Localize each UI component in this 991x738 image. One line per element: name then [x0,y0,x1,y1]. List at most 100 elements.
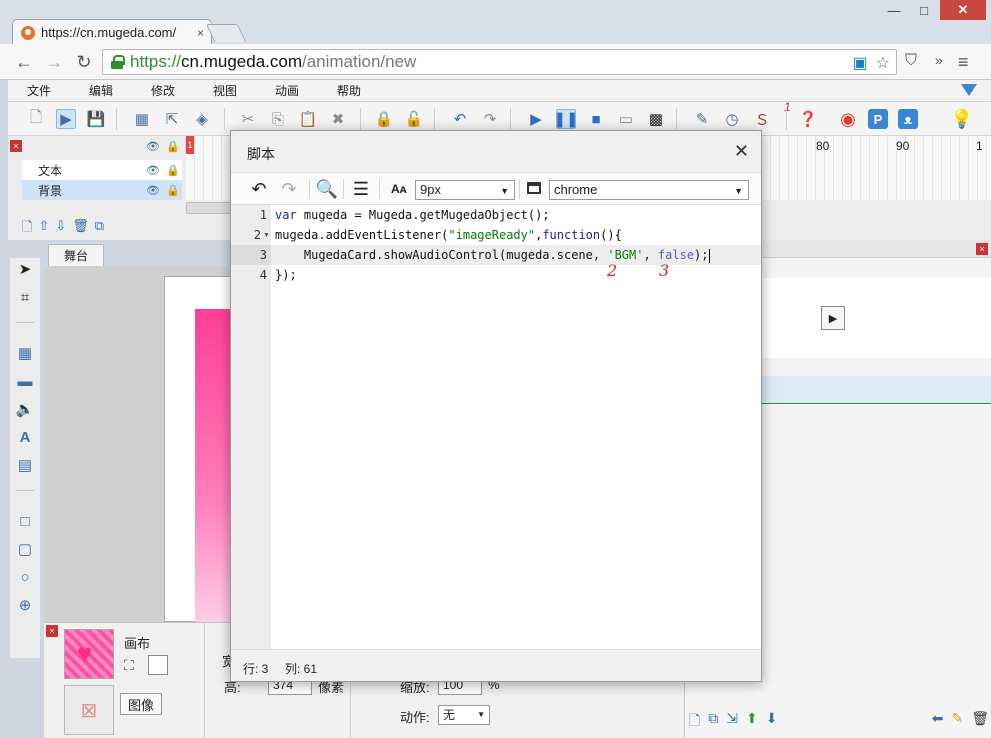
cut-icon[interactable]: ✂ [238,109,258,129]
layer-folder-icon[interactable]: ⧉ [95,218,104,240]
move-layer-up-icon[interactable]: ⇧ [38,218,49,240]
ellipse-tool-icon[interactable]: ○ [16,568,34,586]
text-tool-icon[interactable]: A [16,428,34,446]
new-page-icon[interactable]: 🗋 [689,710,700,734]
dialog-close-button[interactable]: ✕ [734,141,749,162]
preview-play-button[interactable]: ▶ [821,306,845,330]
lock-icon[interactable]: 🔒 [166,184,180,197]
move-layer-down-icon[interactable]: ⇩ [55,218,66,240]
extensions-overflow-icon[interactable]: » [935,52,943,68]
font-size-select[interactable]: 9px ▼ [415,180,515,200]
timeline-close-icon[interactable]: × [10,140,22,152]
upload-icon[interactable]: ⬆ [746,710,758,734]
open-file-icon[interactable]: ▶ [56,109,76,129]
play-icon[interactable]: ▶ [526,109,546,129]
undo-icon[interactable]: ↶ [247,177,271,201]
preview-screen-icon[interactable]: ▭ [616,109,636,129]
paste-icon[interactable]: 📋 [298,109,318,129]
pencil-icon[interactable]: ✎ [951,710,963,734]
annotation-1: 1 [784,100,791,114]
image-tool-icon[interactable]: ▤ [16,456,34,474]
script-icon[interactable]: Ｓ [752,109,772,129]
forward-button[interactable]: → [42,50,66,74]
pause-icon[interactable]: ❚❚ [553,109,579,129]
menu-file[interactable]: 文件 [8,82,70,99]
ruler-number: 90 [896,139,910,153]
video-tool-icon[interactable]: ▬ [16,372,34,390]
share-people-icon[interactable]: ᴥ [898,109,918,129]
rounded-rect-tool-icon[interactable]: ▢ [16,540,34,558]
weibo-icon[interactable]: ◉ [838,109,858,129]
cast-icon[interactable]: ▣ [853,53,868,73]
list-icon[interactable]: ☰ [349,177,373,201]
menu-help[interactable]: 帮助 [318,82,380,99]
menu-modify[interactable]: 修改 [132,82,194,99]
layer-row-background[interactable]: 背景 👁 🔒 [22,180,182,200]
unlock-layer-icon[interactable]: 🔓 [404,109,424,129]
menu-animation[interactable]: 动画 [256,82,318,99]
search-icon[interactable]: 🔍 [315,177,339,201]
share-p-icon[interactable]: P [868,109,888,129]
address-bar[interactable]: https://cn.mugeda.com/animation/new ▣ ☆ [102,49,897,75]
window-close-button[interactable]: ✕ [940,0,986,20]
tab-close-icon[interactable]: × [197,26,204,40]
bookmark-star-icon[interactable]: ☆ [876,53,890,73]
lock-layer-icon[interactable]: 🔒 [374,109,394,129]
collapse-menu-icon[interactable] [961,84,977,96]
undo-icon[interactable]: ↶ [450,109,470,129]
properties-close-icon[interactable]: × [46,625,58,637]
window-maximize-button[interactable]: □ [910,0,938,20]
browser-tab[interactable]: https://cn.mugeda.com/ × [12,19,212,45]
image-button[interactable]: 图像 [120,693,162,715]
new-layer-icon[interactable]: 🗋 [22,218,32,240]
delete-icon[interactable]: ✖ [328,109,348,129]
menu-edit[interactable]: 编辑 [70,82,132,99]
new-file-icon[interactable]: 🗋 [26,109,46,129]
window-minimize-button[interactable]: — [880,0,908,20]
fill-bucket-icon[interactable]: ⛶ [124,657,140,673]
shapes-icon[interactable]: ◈ [192,109,212,129]
back-arrow-icon[interactable]: ⬅ [932,710,944,734]
select-arrow-icon[interactable]: ➤ [16,260,34,278]
code-editor[interactable]: 1 2 ▼ 3 4 var mugeda = Mugeda.getMugedaO… [231,205,761,649]
layout-icon[interactable]: ▦ [132,109,152,129]
eye-icon[interactable]: 👁 [146,164,160,177]
reload-button[interactable]: ↻ [72,50,96,74]
extension-shield-icon[interactable]: ⛉ [905,52,917,70]
action-select[interactable]: 无 [438,705,490,725]
export-icon[interactable]: ⇱ [162,109,182,129]
redo-icon[interactable]: ↷ [277,177,301,201]
stop-icon[interactable]: ■ [586,109,606,129]
timeline-playhead[interactable]: 1 [186,136,194,154]
transform-icon[interactable]: ⌗ [16,288,34,306]
audio-tool-icon[interactable]: 🔈 [16,400,35,418]
rectangle-tool-icon[interactable]: □ [16,512,34,530]
tab-stage[interactable]: 舞台 [48,244,104,266]
url-host: cn.mugeda.com [181,52,302,71]
fold-arrow-icon[interactable]: ▼ [263,232,270,239]
download-icon[interactable]: ⬇ [766,710,778,734]
right-panel-close-icon[interactable]: × [976,243,988,255]
crosshair-tool-icon[interactable]: ⊕ [16,596,34,614]
table-tool-icon[interactable]: ▦ [16,344,34,362]
delete-layer-icon[interactable]: 🗑 [72,218,89,240]
theme-select[interactable]: chrome ▼ [549,180,749,200]
redo-icon[interactable]: ↷ [480,109,500,129]
copy-icon[interactable]: ⎘ [268,109,288,129]
help-icon[interactable]: ❓ [798,109,818,129]
trash-icon[interactable]: 🗑 [971,710,989,734]
save-icon[interactable]: 💾 [86,109,106,129]
edit-icon[interactable]: ✎ [692,109,712,129]
browser-menu-icon[interactable]: ≡ [958,52,969,73]
lock-icon[interactable]: 🔒 [166,164,180,177]
menu-view[interactable]: 视图 [194,82,256,99]
tips-bulb-icon[interactable]: 💡 [951,109,973,129]
import-page-icon[interactable]: ⇲ [726,710,738,734]
back-button[interactable]: ← [12,50,36,74]
fill-color-swatch[interactable] [148,655,168,675]
duplicate-page-icon[interactable]: ⧉ [708,710,718,734]
eye-icon[interactable]: 👁 [146,184,160,197]
layer-row-text[interactable]: 文本 👁 🔒 [22,160,182,180]
clock-icon[interactable]: ◷ [722,109,742,129]
qr-code-icon[interactable]: ▩ [646,109,666,129]
